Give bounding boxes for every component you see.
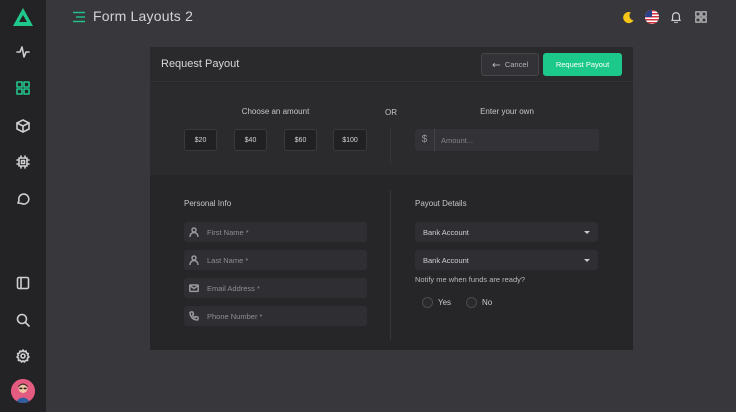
request-payout-card: Request Payout Cancel Request Payout Cho… (150, 47, 633, 350)
card-title: Request Payout (161, 58, 240, 70)
us-flag-icon[interactable] (644, 9, 660, 25)
first-name-input[interactable] (204, 227, 359, 237)
payout-method-select[interactable]: Bank Account (415, 222, 598, 242)
gear-icon[interactable] (14, 347, 32, 365)
amount-button-40[interactable]: $40 (234, 129, 267, 151)
grid-icon[interactable] (14, 79, 32, 97)
phone-icon (184, 311, 204, 321)
payout-method-value: Bank Account (423, 227, 469, 237)
search-icon[interactable] (14, 311, 32, 329)
arrow-left-icon (492, 62, 500, 67)
apps-grid-icon[interactable] (693, 9, 709, 25)
amount-section: Choose an amount OR Enter your own $20 $… (150, 83, 633, 175)
account-value: Bank Account (423, 255, 469, 265)
amount-button-100[interactable]: $100 (333, 129, 367, 151)
cancel-button[interactable]: Cancel (481, 53, 539, 76)
cancel-button-label: Cancel (504, 60, 529, 69)
menu-toggle-icon[interactable] (72, 10, 86, 24)
email-field[interactable] (184, 278, 367, 298)
first-name-field[interactable] (184, 222, 367, 242)
avatar[interactable] (11, 379, 35, 403)
sidebar (0, 0, 46, 412)
enter-own-label: Enter your own (480, 107, 534, 116)
radio-circle[interactable] (422, 297, 433, 308)
divider (390, 190, 391, 340)
amount-input[interactable] (435, 135, 585, 145)
radio-no[interactable]: No (466, 297, 492, 308)
radio-no-label: No (482, 298, 493, 307)
app-logo-icon[interactable] (13, 8, 33, 26)
last-name-field[interactable] (184, 250, 367, 270)
radio-yes-label: Yes (438, 298, 452, 307)
box-icon[interactable] (14, 117, 32, 135)
sidebar-toggle-icon[interactable] (14, 274, 32, 292)
or-label: OR (385, 108, 397, 117)
details-section: Personal Info Payout Details Bank Accoun… (150, 175, 633, 350)
activity-icon[interactable] (14, 43, 32, 61)
user-icon (184, 255, 204, 265)
amount-field[interactable]: $ (415, 129, 599, 151)
email-input[interactable] (204, 283, 359, 293)
radio-yes[interactable]: Yes (422, 297, 451, 308)
notify-label: Notify me when funds are ready? (415, 275, 526, 284)
bell-icon[interactable] (668, 9, 684, 25)
chat-icon[interactable] (14, 190, 32, 208)
dark-mode-toggle-icon[interactable] (620, 9, 636, 25)
dollar-icon: $ (415, 129, 435, 151)
account-select[interactable]: Bank Account (415, 250, 598, 270)
phone-input[interactable] (204, 311, 359, 321)
amount-button-60[interactable]: $60 (284, 129, 317, 151)
caret-down-icon (584, 258, 590, 262)
page-title: Form Layouts 2 (93, 8, 194, 24)
request-payout-button[interactable]: Request Payout (543, 53, 622, 76)
phone-field[interactable] (184, 306, 367, 326)
user-icon (184, 227, 204, 237)
chip-icon[interactable] (14, 153, 32, 171)
amount-button-20[interactable]: $20 (184, 129, 217, 151)
last-name-input[interactable] (204, 255, 359, 265)
personal-info-label: Personal Info (184, 199, 232, 208)
card-header: Request Payout Cancel Request Payout (150, 47, 633, 82)
mail-icon (184, 283, 204, 293)
payout-details-label: Payout Details (415, 199, 467, 208)
topbar: Form Layouts 2 (46, 0, 736, 36)
choose-amount-label: Choose an amount (241, 107, 310, 116)
caret-down-icon (584, 230, 590, 234)
divider (390, 127, 391, 163)
radio-circle[interactable] (466, 297, 477, 308)
